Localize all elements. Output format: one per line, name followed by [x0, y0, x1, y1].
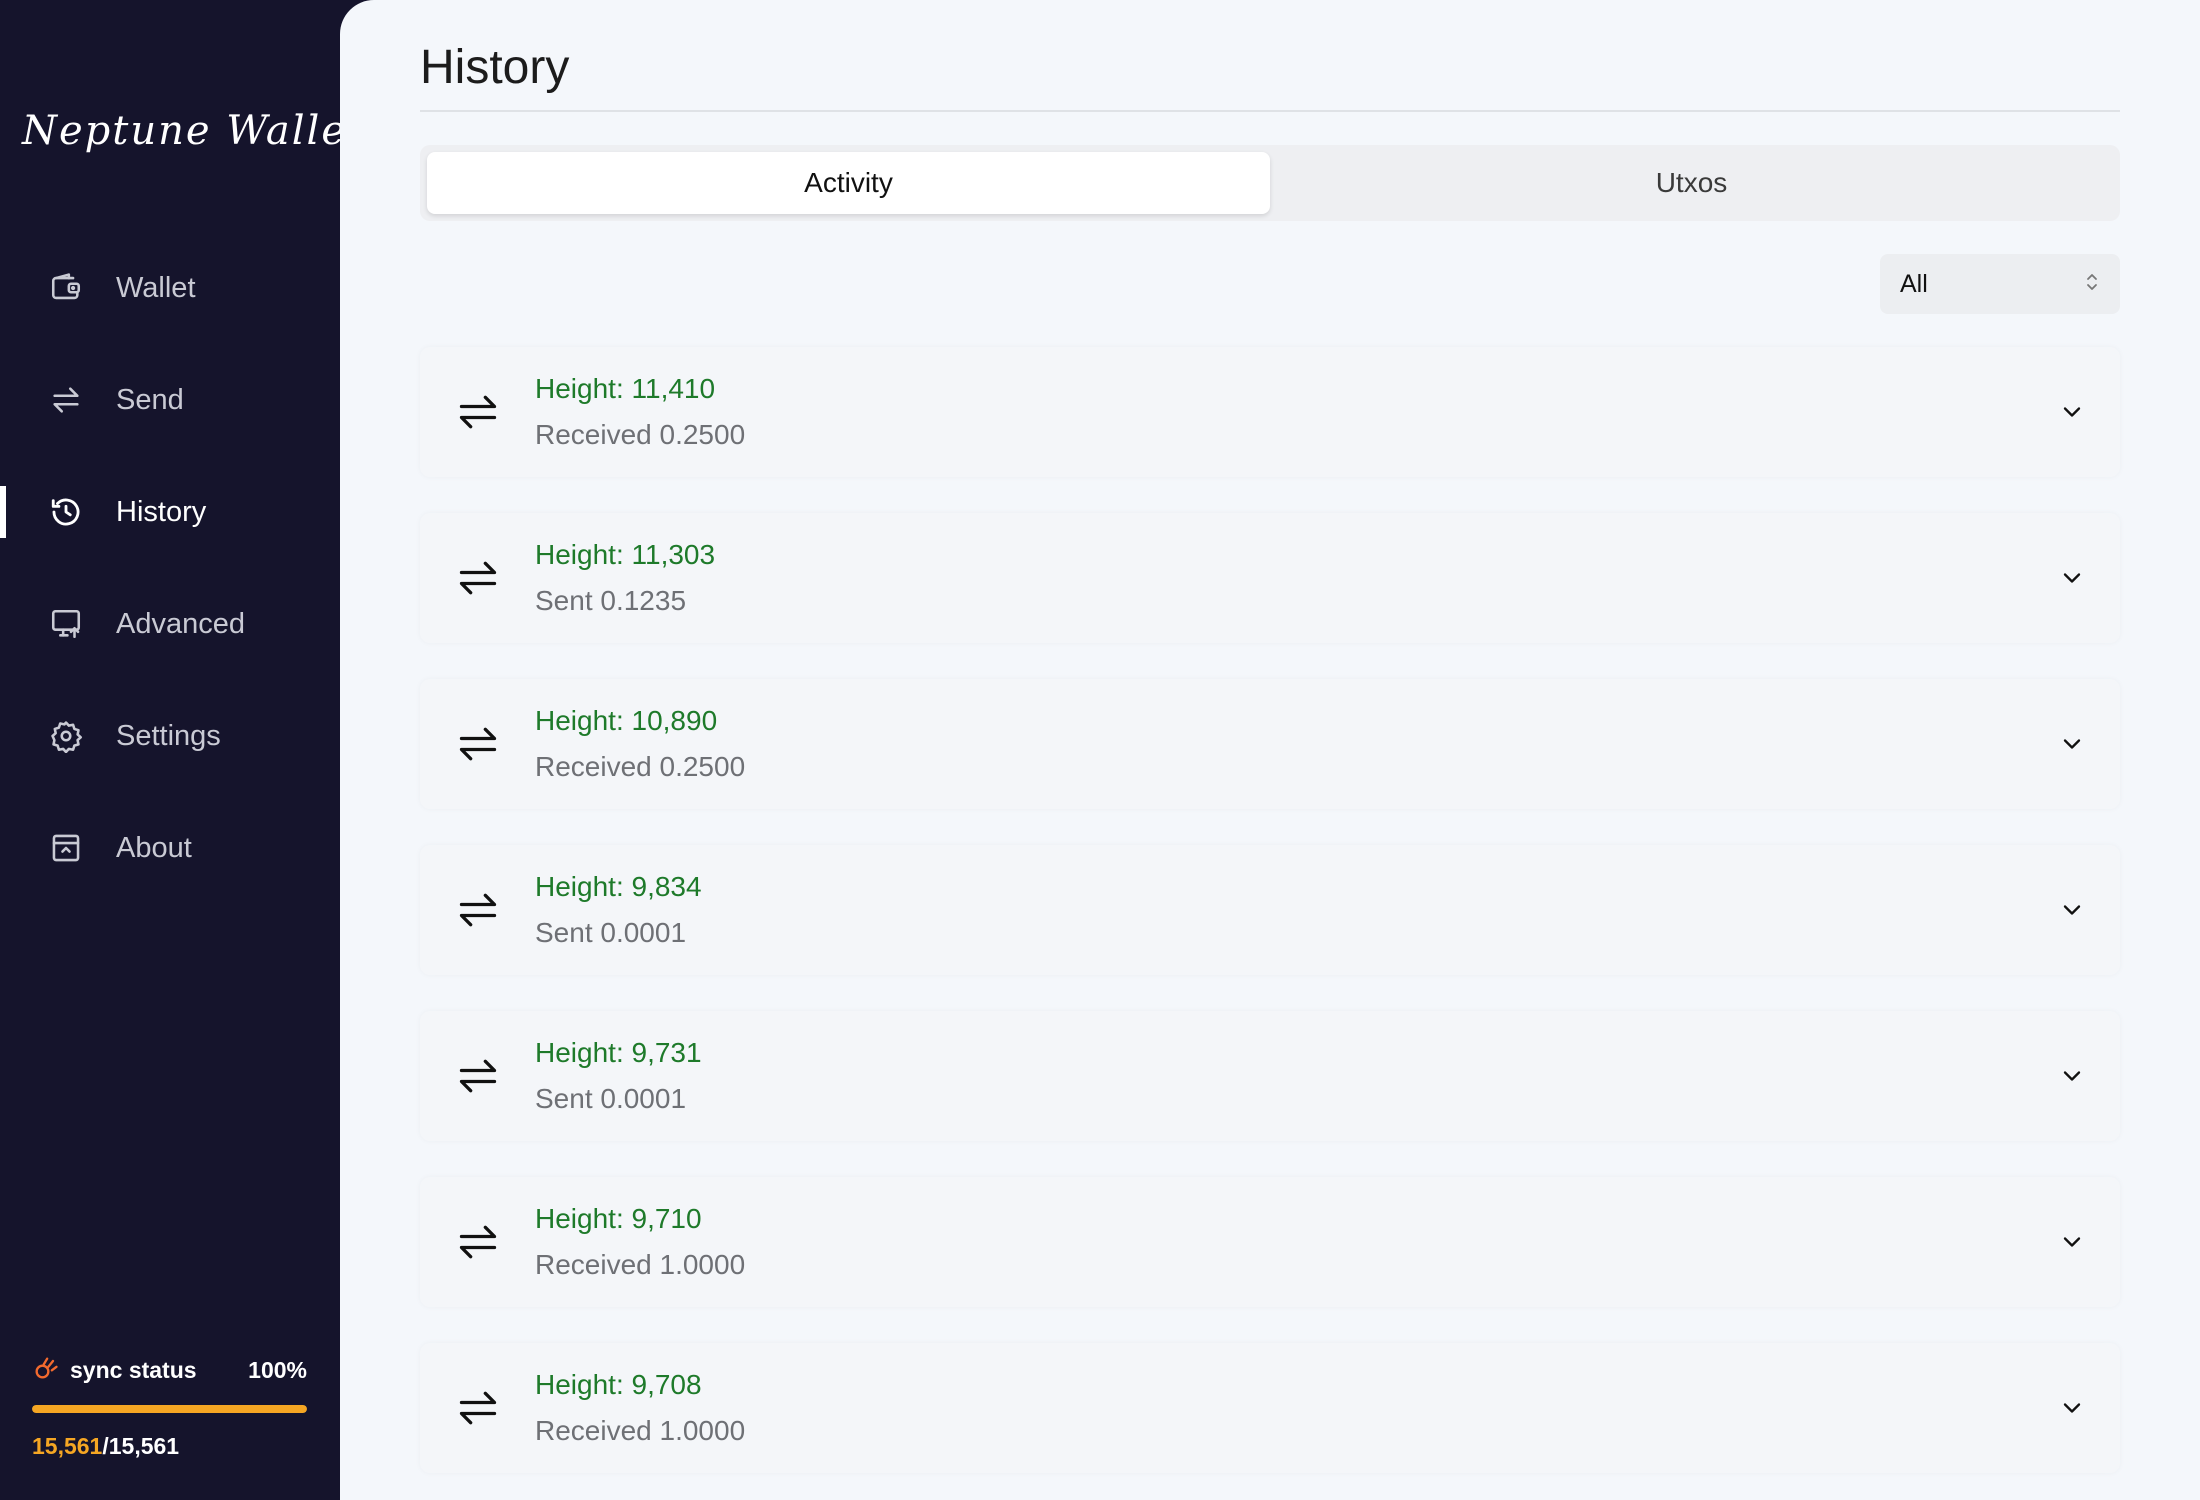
activity-item[interactable]: Height: 9,731 Sent 0.0001 [420, 1011, 2120, 1141]
transfer-icon [454, 886, 502, 934]
block-height: Height: 10,890 [535, 705, 718, 736]
gear-icon [48, 718, 84, 754]
transaction-amount: Received 0.2500 [535, 419, 746, 450]
activity-item[interactable]: Height: 9,708 Received 1.0000 [420, 1343, 2120, 1473]
chevron-down-icon[interactable] [2058, 730, 2086, 758]
sync-current-block: 15,561 [32, 1433, 103, 1459]
sidebar-item-label: About [116, 831, 192, 864]
monitor-icon [48, 606, 84, 642]
block-height: Height: 9,708 [535, 1369, 702, 1400]
tab-utxos[interactable]: Utxos [1270, 152, 2113, 214]
meteor-icon [32, 1354, 60, 1387]
transfer-icon [454, 720, 502, 768]
sync-total-block: 15,561 [108, 1433, 180, 1459]
app-logo: Neptune Wallet [22, 108, 366, 154]
transfer-icon [454, 1218, 502, 1266]
block-height: Height: 11,410 [535, 373, 716, 404]
block-height: Height: 9,834 [535, 871, 702, 902]
activity-item[interactable]: Height: 11,410 Received 0.2500 [420, 347, 2120, 477]
sync-percent: 100% [248, 1357, 307, 1383]
chevron-down-icon[interactable] [2058, 1228, 2086, 1256]
transaction-amount: Sent 0.0001 [535, 917, 687, 948]
activity-item[interactable]: Height: 9,710 Received 1.0000 [420, 1177, 2120, 1307]
block-height: Height: 9,731 [535, 1037, 702, 1068]
filter-value: All [1900, 269, 1928, 298]
chevron-down-icon[interactable] [2058, 896, 2086, 924]
tab-activity[interactable]: Activity [427, 152, 1270, 214]
sync-block-count: 15,561/15,561 [32, 1433, 307, 1460]
sidebar-nav: Wallet Send History Advanced Settings Ab… [0, 232, 340, 904]
title-divider [420, 110, 2120, 112]
sidebar-item-label: Advanced [116, 607, 245, 640]
transaction-amount: Received 1.0000 [535, 1249, 746, 1280]
transfer-icon [454, 1384, 502, 1432]
transaction-amount: Received 0.2500 [535, 751, 746, 782]
chevron-down-icon[interactable] [2058, 1394, 2086, 1422]
activity-item[interactable]: Height: 11,303 Sent 0.1235 [420, 513, 2120, 643]
chevron-down-icon[interactable] [2058, 564, 2086, 592]
transaction-amount: Sent 0.1235 [535, 585, 687, 616]
sidebar-item-label: History [116, 495, 207, 528]
page-title: History [420, 41, 570, 94]
sidebar: Neptune Wallet Wallet Send History Advan… [0, 0, 366, 1500]
transaction-amount: Sent 0.0001 [535, 1083, 687, 1114]
sync-progress-fill [32, 1405, 307, 1413]
tab-bar: Activity Utxos [420, 145, 2120, 221]
activity-item[interactable]: Height: 9,834 Sent 0.0001 [420, 845, 2120, 975]
transaction-amount: Received 1.0000 [535, 1415, 746, 1446]
sidebar-item-advanced[interactable]: Advanced [0, 568, 340, 680]
activity-list: Height: 11,410 Received 0.2500 Height: 1… [420, 347, 2120, 1500]
activity-filter-select[interactable]: All [1880, 254, 2120, 314]
transfer-icon [454, 388, 502, 436]
activity-item[interactable]: Height: 10,890 Received 0.2500 [420, 679, 2120, 809]
sidebar-item-label: Send [116, 383, 184, 416]
info-box-icon [48, 830, 84, 866]
block-height: Height: 9,710 [535, 1203, 702, 1234]
wallet-icon [48, 270, 84, 306]
sync-progress-bar [32, 1405, 307, 1413]
block-height: Height: 11,303 [535, 539, 716, 570]
history-icon [48, 494, 84, 530]
sidebar-item-history[interactable]: History [0, 456, 340, 568]
transfer-icon [48, 382, 84, 418]
transfer-icon [454, 1052, 502, 1100]
transfer-icon [454, 554, 502, 602]
sidebar-item-about[interactable]: About [0, 792, 340, 904]
sync-status-label: sync status [70, 1357, 197, 1383]
sidebar-item-label: Settings [116, 719, 221, 752]
main-panel: History Activity Utxos All Height: 11,41… [340, 0, 2200, 1500]
chevron-up-down-icon [2084, 270, 2100, 299]
sidebar-item-send[interactable]: Send [0, 344, 340, 456]
chevron-down-icon[interactable] [2058, 1062, 2086, 1090]
sidebar-item-wallet[interactable]: Wallet [0, 232, 340, 344]
chevron-down-icon[interactable] [2058, 398, 2086, 426]
sidebar-item-settings[interactable]: Settings [0, 680, 340, 792]
sidebar-item-label: Wallet [116, 271, 196, 304]
sync-status: sync status 100% 15,561/15,561 [32, 1354, 307, 1460]
